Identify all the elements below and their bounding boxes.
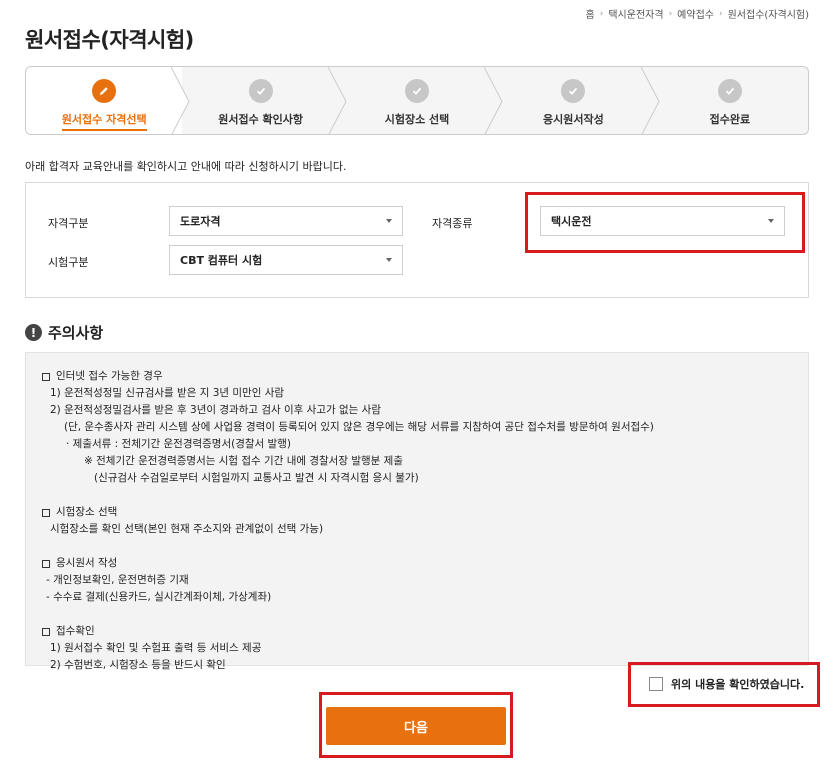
step-label: 응시원서작성 [543, 113, 604, 126]
breadcrumb: 홈 › 택시운전자격 › 예약접수 › 원서접수(자격시험) [586, 6, 809, 22]
step-check-items: 원서접수 확인사항 [182, 67, 347, 134]
step-label: 원서접수 자격선택 [61, 111, 147, 131]
exclamation-icon: ! [25, 324, 42, 341]
notice-section-heading: 접수확인 [56, 625, 95, 637]
highlight-box-qual-type [525, 192, 805, 253]
highlight-box-next [319, 692, 513, 758]
notice-line: 1) 원서접수 확인 및 수험표 출력 등 서비스 제공 [50, 642, 262, 654]
exam-category-label: 시험구분 [48, 256, 89, 269]
pencil-icon [92, 79, 117, 103]
notice-line: - 수수료 결제(신용카드, 실시간계좌이체, 가상계좌) [46, 591, 272, 603]
step-divider [640, 67, 660, 134]
chevron-right-icon: › [599, 8, 604, 19]
notice-line: · 제출서류 : 전체기간 운전경력증명서(경찰서 발행) [66, 438, 291, 450]
square-bullet-icon [42, 627, 50, 636]
step-divider [171, 67, 190, 134]
notice-section: 시험장소 선택 시험장소를 확인 선택(본인 현재 주소지와 관계없이 선택 가… [42, 504, 792, 538]
breadcrumb-current: 원서접수(자격시험) [727, 10, 809, 21]
notice-line: - 개인정보확인, 운전면허증 기재 [46, 574, 189, 586]
breadcrumb-taxi[interactable]: 택시운전자격 [608, 6, 663, 21]
notice-heading: ! 주의사항 [25, 322, 103, 343]
check-icon [561, 79, 586, 103]
qual-category-label: 자격구분 [48, 217, 89, 230]
instruction-text: 아래 합격자 교육안내를 확인하시고 안내에 따라 신청하시기 바랍니다. [25, 160, 347, 173]
breadcrumb-home[interactable]: 홈 [586, 6, 595, 21]
dropdown-arrow-icon [386, 258, 392, 262]
notice-section-heading: 응시원서 작성 [56, 557, 118, 569]
step-label: 시험장소 선택 [384, 113, 450, 126]
notice-line: ※ 전체기간 운전경력증명서는 시험 접수 기간 내에 경찰서장 발행분 제출 [84, 455, 403, 467]
notice-line: 1) 운전적성정밀 신규검사를 받은 지 3년 미만인 사람 [50, 387, 285, 399]
exam-category-value: CBT 컴퓨터 시험 [180, 254, 263, 267]
check-icon [717, 79, 742, 103]
step-complete: 접수완료 [652, 67, 808, 134]
check-icon [405, 79, 430, 103]
notice-box: 인터넷 접수 가능한 경우 1) 운전적성정밀 신규검사를 받은 지 3년 미만… [25, 352, 809, 671]
step-application-form: 응시원서작성 [495, 67, 660, 134]
notice-title: 주의사항 [48, 324, 104, 342]
breadcrumb-reservation[interactable]: 예약접수 [677, 6, 714, 21]
page-title: 원서접수(자격시험) [25, 28, 194, 52]
step-indicator: 원서접수 자격선택 원서접수 확인사항 시험장소 선택 응시원서작성 접수완료 [25, 66, 809, 135]
step-label: 원서접수 확인사항 [218, 113, 303, 126]
notice-section-heading: 인터넷 접수 가능한 경우 [56, 370, 163, 382]
step-qualification-select: 원서접수 자격선택 [26, 67, 190, 134]
notice-line: (단, 운수종사자 관리 시스템 상에 사업용 경력이 등록되어 있지 않은 경… [64, 421, 654, 433]
qual-type-label: 자격종류 [432, 217, 473, 230]
dropdown-arrow-icon [386, 219, 392, 223]
notice-section-heading: 시험장소 선택 [56, 506, 118, 518]
notice-section: 인터넷 접수 가능한 경우 1) 운전적성정밀 신규검사를 받은 지 3년 미만… [42, 368, 792, 487]
qual-category-select[interactable]: 도로자격 [169, 206, 403, 236]
step-exam-place: 시험장소 선택 [339, 67, 503, 134]
qual-category-value: 도로자격 [180, 215, 221, 228]
step-label: 접수완료 [709, 113, 751, 126]
check-icon [248, 79, 273, 103]
square-bullet-icon [42, 372, 50, 381]
exam-category-select[interactable]: CBT 컴퓨터 시험 [169, 245, 403, 275]
chevron-right-icon: › [668, 8, 673, 19]
step-divider [327, 67, 347, 134]
chevron-right-icon: › [718, 8, 723, 19]
step-divider [484, 67, 503, 134]
notice-line: 2) 운전적성정밀검사를 받은 후 3년이 경과하고 검사 이후 사고가 없는 … [50, 404, 381, 416]
notice-line: 시험장소를 확인 선택(본인 현재 주소지와 관계없이 선택 가능) [50, 523, 324, 535]
notice-section: 응시원서 작성 - 개인정보확인, 운전면허증 기재 - 수수료 결제(신용카드… [42, 555, 792, 606]
square-bullet-icon [42, 559, 50, 568]
square-bullet-icon [42, 508, 50, 517]
highlight-box-confirm [628, 662, 820, 707]
notice-line: (신규검사 수검일로부터 시험일까지 교통사고 발견 시 자격시험 응시 불가) [94, 472, 419, 484]
